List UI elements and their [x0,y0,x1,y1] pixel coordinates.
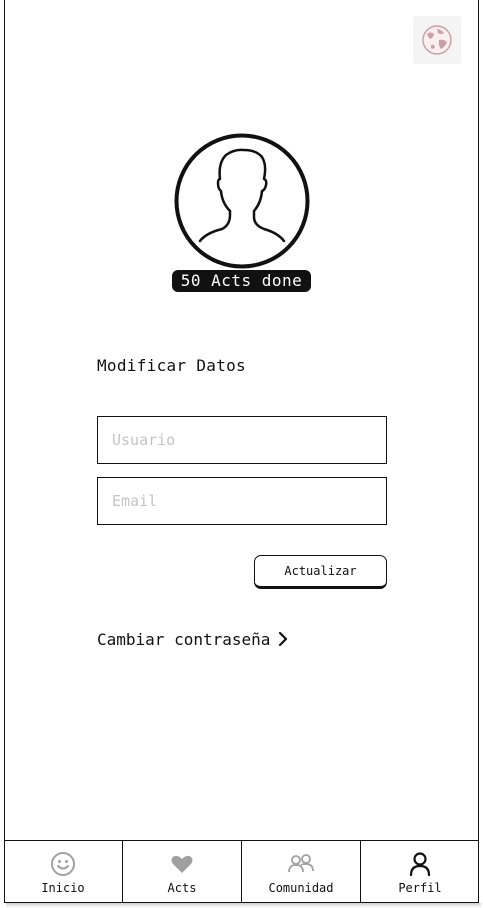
tab-acts[interactable]: Acts [123,841,242,903]
smiley-icon [51,852,75,876]
tab-label: Inicio [41,881,85,895]
tab-comunidad[interactable]: Comunidad [242,841,361,903]
bottom-tab-bar: Inicio Acts Comunidad Perfil [4,840,479,903]
tab-inicio[interactable]: Inicio [4,841,123,903]
email-input[interactable] [97,477,387,525]
username-input[interactable] [97,416,387,464]
acts-done-badge: 50 Acts done [172,270,311,292]
chevron-right-icon [279,631,288,647]
tab-label: Perfil [398,881,442,895]
avatar [174,133,310,269]
community-icon [288,854,314,873]
tab-label: Acts [167,881,197,895]
change-password-link[interactable]: Cambiar contraseña [97,628,288,650]
section-title: Modificar Datos [97,356,246,375]
update-button[interactable]: Actualizar [254,555,387,589]
change-password-label: Cambiar contraseña [97,629,271,649]
heart-icon [171,855,193,873]
tab-perfil[interactable]: Perfil [361,841,479,903]
person-icon [409,852,431,876]
tab-label: Comunidad [268,881,334,895]
language-button[interactable] [413,16,461,64]
globe-icon [422,25,452,55]
screen-shadow [6,903,481,908]
